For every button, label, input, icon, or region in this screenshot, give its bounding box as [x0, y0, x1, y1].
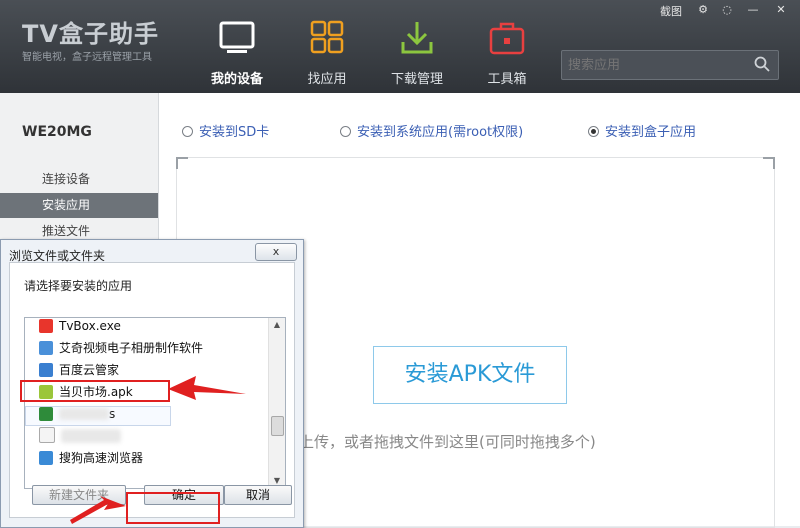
arrow-icon: [70, 496, 126, 524]
annotation-arrows: [70, 376, 246, 524]
arrow-icon: [168, 376, 246, 400]
